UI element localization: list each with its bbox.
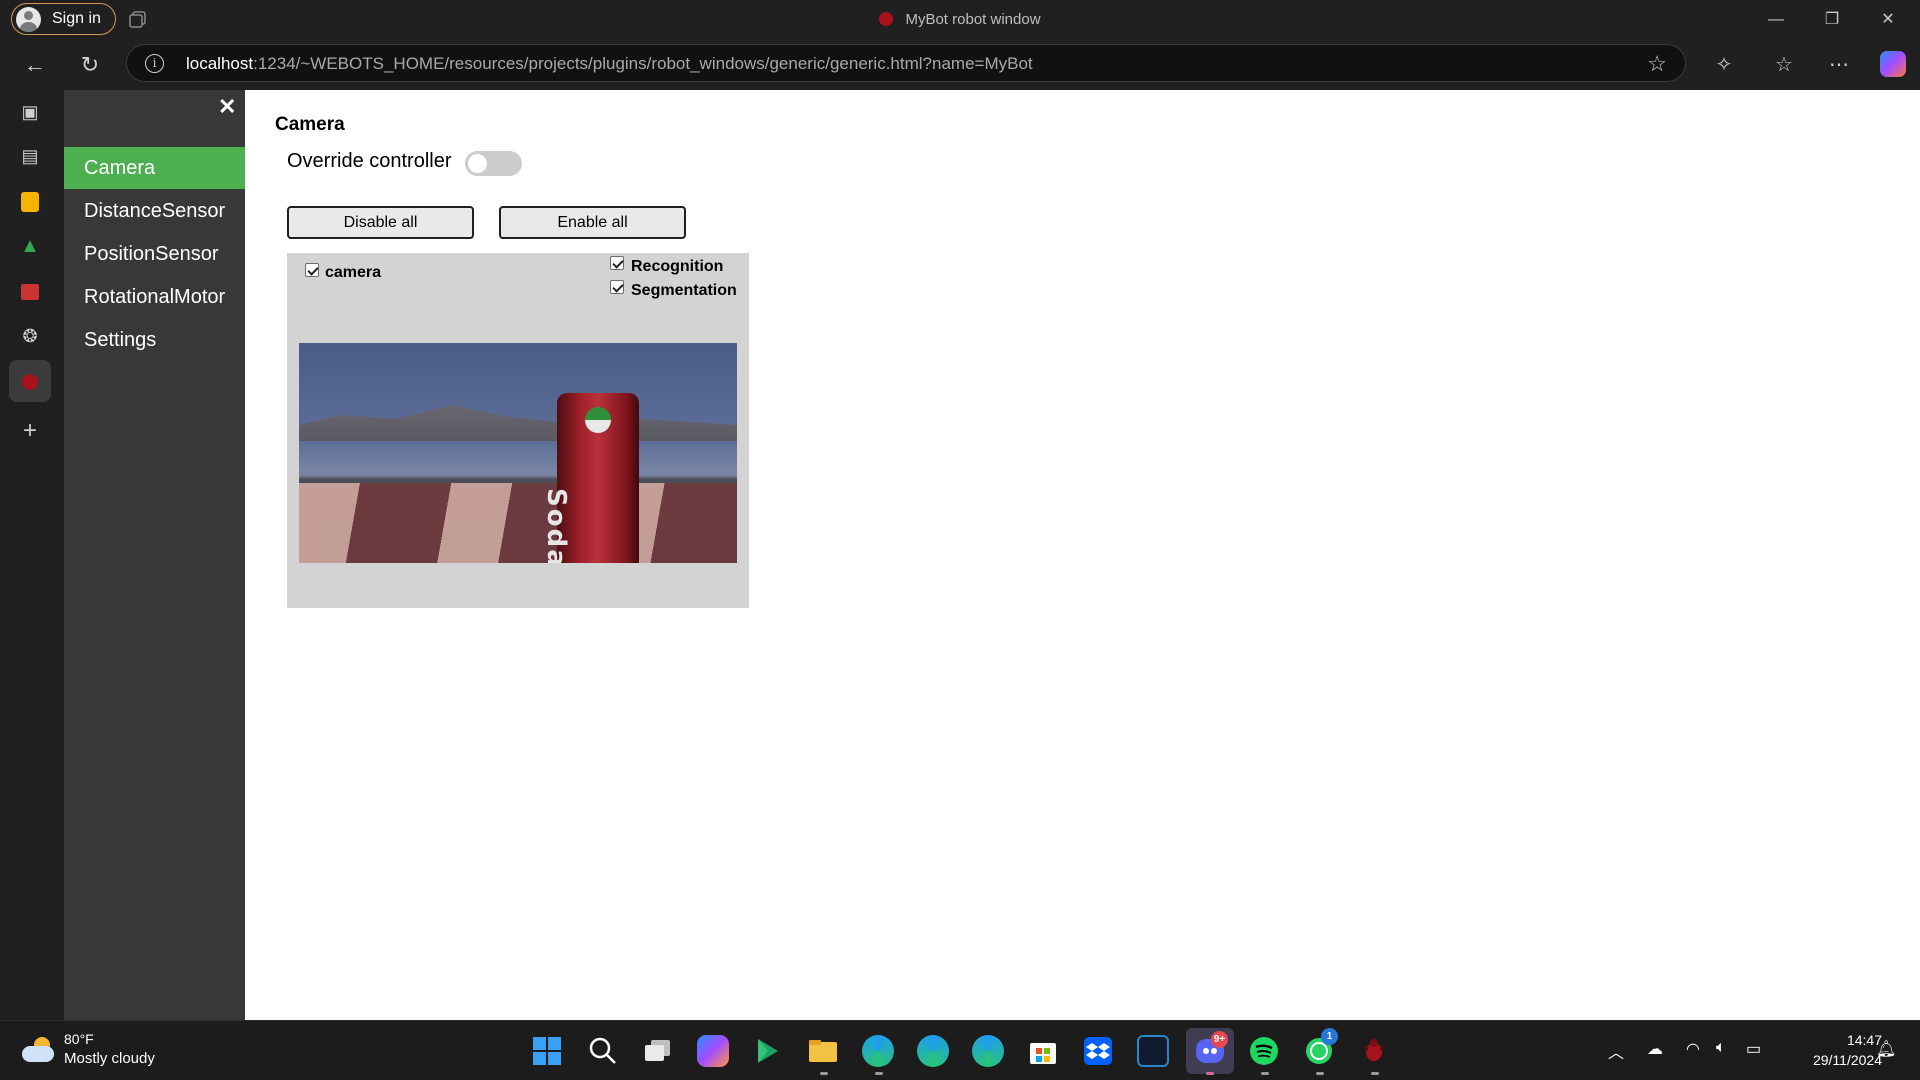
add-sidebar-icon[interactable]: + [16,417,44,445]
camera-device-panel: camera Recognition Segmentation Soda [287,253,749,608]
collections-icon[interactable]: ▤ [16,142,44,170]
webots-running-indicator [1371,1072,1379,1075]
chatgpt-icon[interactable]: ❂ [16,322,44,350]
camera-enable-checkbox[interactable] [305,263,319,277]
windows-start-icon[interactable] [531,1035,563,1067]
edge-profile-2-icon[interactable] [917,1035,949,1067]
address-bar[interactable]: i localhost:1234/~WEBOTS_HOME/resources/… [126,44,1686,82]
weather-condition[interactable]: Mostly cloudy [64,1050,155,1067]
copilot-icon[interactable] [1880,51,1906,77]
close-window-button[interactable]: ✕ [1860,0,1916,40]
window-title: MyBot robot window [0,11,1920,28]
url-path: :1234/~WEBOTS_HOME/resources/projects/pl… [253,54,1033,73]
onedrive-icon[interactable]: ☁ [1647,1039,1663,1059]
weather-cloud-icon[interactable] [22,1037,56,1063]
spotify-running-indicator [1261,1072,1269,1075]
menu-item-rotationalmotor[interactable]: RotationalMotor [64,276,245,318]
file-explorer-icon[interactable] [807,1035,839,1067]
extensions-icon[interactable]: ✧ [1708,49,1740,81]
file-explorer-running-indicator [820,1072,828,1075]
url-text[interactable]: localhost:1234/~WEBOTS_HOME/resources/pr… [186,54,1033,74]
url-host: localhost [186,54,254,73]
menu-item-positionsensor[interactable]: PositionSensor [64,233,245,275]
weather-temperature[interactable]: 80°F [64,1031,94,1047]
menu-item-settings[interactable]: Settings [64,319,245,361]
google-play-games-icon[interactable] [752,1035,784,1067]
webots-icon [879,12,894,26]
more-options-icon[interactable]: ⋯ [1823,49,1855,81]
back-icon[interactable]: ← [20,50,50,80]
disable-all-button[interactable]: Disable all [287,206,474,239]
show-hidden-icons-chevron-icon[interactable]: ︿ [1608,1039,1624,1063]
recognition-label: Recognition [631,258,724,275]
sql-tool-icon[interactable] [1137,1035,1169,1067]
task-view-icon[interactable] [642,1035,674,1067]
refresh-icon[interactable]: ↻ [75,50,105,80]
clock-time: 14:47 [1846,1032,1882,1048]
discord-running-indicator [1206,1072,1214,1075]
pdf-icon[interactable] [16,277,44,305]
volume-icon[interactable]: 🔈︎ [1716,1039,1726,1057]
section-heading: Camera [275,114,345,135]
spotify-icon[interactable] [1248,1035,1280,1067]
browser-toolbar: ← ↻ i localhost:1234/~WEBOTS_HOME/resour… [0,40,1920,90]
enable-all-button[interactable]: Enable all [499,206,686,239]
soda-can-logo [585,407,611,433]
recognition-checkbox[interactable] [610,256,624,270]
menu-item-camera[interactable]: Camera [64,147,245,189]
search-icon[interactable] [587,1035,619,1067]
override-controller-toggle[interactable] [465,151,522,176]
wifi-icon[interactable]: ◠ [1686,1039,1700,1059]
camera-section: Camera Override controller Disable all E… [245,90,1920,1020]
dropbox-icon[interactable] [1082,1035,1114,1067]
close-menu-icon[interactable]: ✕ [218,94,236,120]
camera-image: Soda [299,343,737,563]
edge-profile-3-icon[interactable] [972,1035,1004,1067]
window-title-text: MyBot robot window [905,11,1041,28]
segmentation-checkbox[interactable] [610,280,624,294]
clock-date: 29/11/2024 [1812,1052,1882,1068]
whatsapp-running-indicator [1316,1072,1324,1075]
whatsapp-notification-badge: 1 [1321,1028,1338,1045]
microsoft-store-icon[interactable] [1027,1035,1059,1067]
override-controller-label: Override controller [287,150,452,172]
google-drive-icon[interactable]: ▲ [16,232,44,260]
edge-1-running-indicator [875,1072,883,1075]
favorites-icon[interactable]: ☆ [1768,49,1800,81]
camera-image-hills [299,405,737,441]
webots-bug-icon[interactable] [16,367,44,395]
soda-can: Soda [541,393,639,563]
tab-panel-icon[interactable]: ▣ [16,98,44,126]
camera-image-floor [299,483,737,563]
menu-item-distancesensor[interactable]: DistanceSensor [64,190,245,232]
webots-taskbar-icon[interactable] [1358,1035,1390,1067]
minimize-button[interactable]: — [1748,0,1804,40]
edge-profile-1-icon[interactable] [862,1035,894,1067]
robot-device-menu: ✕ Camera DistanceSensor PositionSensor R… [64,90,245,1020]
discord-notification-badge: 9+ [1211,1031,1228,1048]
notifications-bell-icon[interactable]: 🔔︎ [1876,1039,1896,1059]
page-viewport: ✕ Camera DistanceSensor PositionSensor R… [64,90,1920,1020]
google-slides-icon[interactable] [16,187,44,215]
site-info-icon[interactable]: i [145,54,164,73]
restore-button[interactable]: ❐ [1804,0,1860,40]
soda-can-text: Soda [541,488,571,563]
window-titlebar: Sign in MyBot robot window — ❐ ✕ [0,0,1920,40]
segmentation-label: Segmentation [631,282,737,299]
system-clock[interactable]: 14:47 29/11/2024 [1813,1030,1882,1070]
browser-sidebar: ▣ ▤ ▲ ❂ + [0,90,60,1020]
windows-taskbar: 80°F Mostly cloudy 9+ 1 ︿ ☁ ◠ 🔈︎ ▭ 14:47… [0,1020,1920,1080]
copilot-taskbar-icon[interactable] [697,1035,729,1067]
battery-icon[interactable]: ▭ [1746,1039,1761,1059]
camera-device-name: camera [325,264,382,281]
favorite-star-icon[interactable]: ☆ [1647,51,1667,77]
